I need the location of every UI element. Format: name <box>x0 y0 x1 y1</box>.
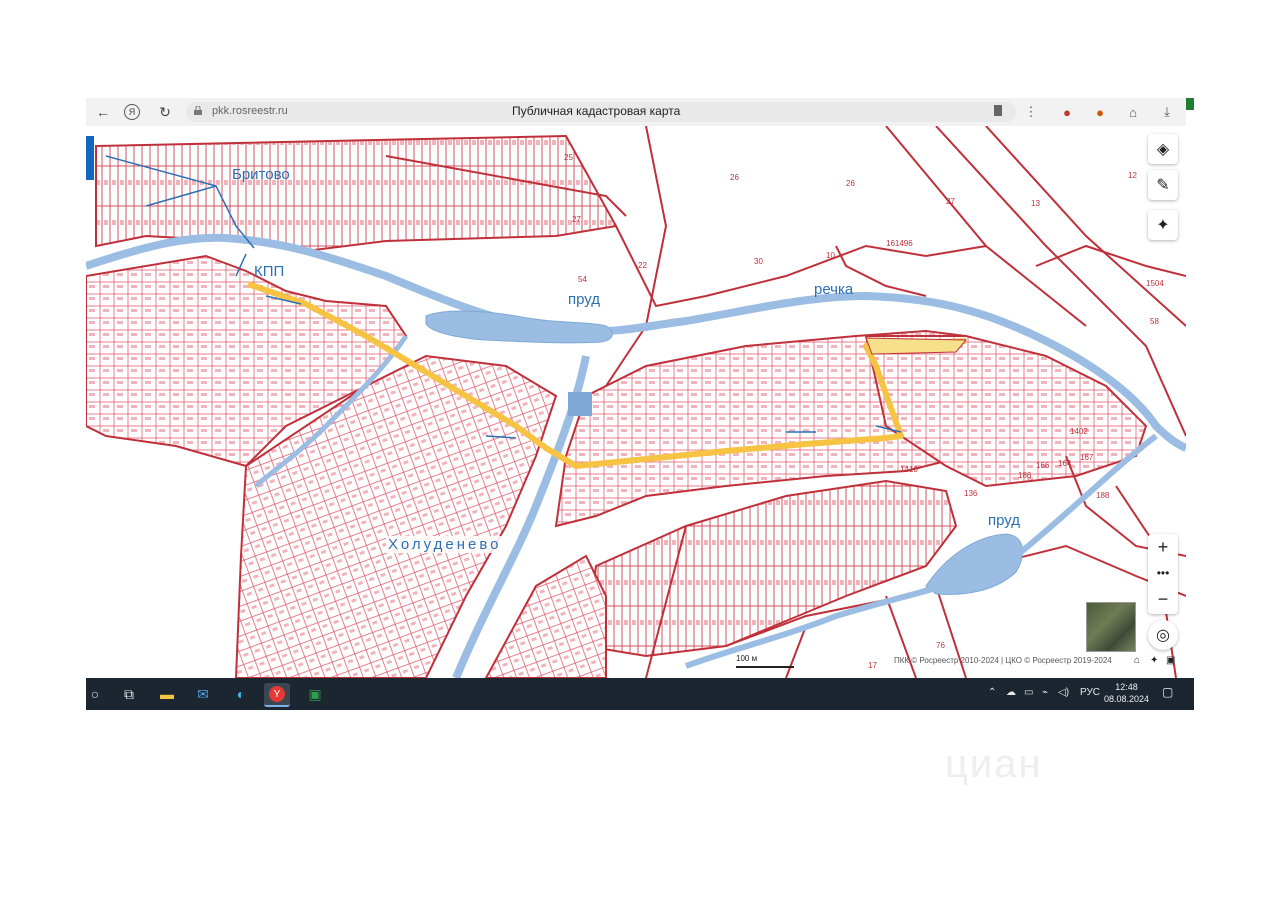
screen: ← Я ↻ pkk.rosreestr.ru Публичная кадастр… <box>86 98 1194 710</box>
download-icon[interactable]: ⤓ <box>1158 103 1176 121</box>
lock-icon <box>194 106 202 115</box>
parcel-number-136: 136 <box>964 489 978 498</box>
locate-button[interactable]: ✦ <box>1148 210 1178 240</box>
parcel-number-30: 30 <box>754 257 763 266</box>
reload-icon[interactable]: ↻ <box>154 101 176 123</box>
parcel-number-22: 22 <box>638 261 647 270</box>
zoom-out-button[interactable]: − <box>1148 586 1178 612</box>
file-explorer-icon[interactable]: ▬ <box>154 683 180 705</box>
url-text[interactable]: pkk.rosreestr.ru <box>212 105 288 117</box>
dam <box>568 392 592 416</box>
yandex-browser-icon[interactable]: Y <box>264 683 290 707</box>
parcel-number-186: 186 <box>1018 471 1032 480</box>
layers-button[interactable]: ◈ <box>1148 134 1178 164</box>
parcel-number-166: 166 <box>1036 461 1050 470</box>
crosshair-icon: ✦ <box>1156 217 1170 234</box>
parcel-number-54: 54 <box>578 275 587 284</box>
parcel-number-58: 58 <box>1150 317 1159 326</box>
clock-date: 08.08.2024 <box>1104 694 1150 704</box>
parcel-number-13: 13 <box>1031 199 1040 208</box>
parcel-number-17: 17 <box>868 661 877 670</box>
parcel-number-1402: 1402 <box>1070 427 1088 436</box>
parcel-block-north <box>95 134 618 253</box>
parcel-number-167: 167 <box>1080 453 1094 462</box>
satellite-basemap-thumbnail[interactable] <box>1086 602 1136 652</box>
measure-button[interactable]: ✎ <box>1148 170 1178 200</box>
home-icon[interactable]: ⌂ <box>1134 655 1140 666</box>
settings-icon[interactable]: ✦ <box>1150 655 1158 666</box>
search-icon[interactable]: ○ <box>86 683 108 705</box>
parcel-number-27b: 27 <box>572 215 581 224</box>
cadastral-map[interactable]: 25 26 26 27 13 12 30 10 22 54 27 58 1614… <box>86 126 1186 678</box>
network-icon[interactable]: ⌁ <box>1042 687 1048 698</box>
yandex-icon[interactable]: Я <box>124 104 140 120</box>
window-edge <box>1186 98 1194 110</box>
taskbar: ○ ⧉ ▬ ✉ ◐ Y ▣ ⌃ ☁ ▭ ⌁ ◁) РУС 12:48 08.08… <box>86 678 1194 710</box>
scale-label: 100 м <box>736 654 758 663</box>
fullscreen-icon[interactable]: ▣ <box>1166 655 1175 666</box>
parcel-number-10: 10 <box>826 251 835 260</box>
volume-icon[interactable]: ◁) <box>1058 687 1069 698</box>
excel-icon[interactable]: ▣ <box>302 683 328 705</box>
tray-chevron-icon[interactable]: ⌃ <box>988 687 996 698</box>
route-parcel <box>865 337 968 355</box>
label-kpp: КПП <box>254 263 285 280</box>
layers-icon: ◈ <box>1156 141 1170 158</box>
parcel-number-161496: 161496 <box>886 239 913 248</box>
extension-icon[interactable]: ● <box>1091 103 1109 121</box>
language-indicator[interactable]: РУС <box>1080 687 1100 698</box>
map-canvas: 25 26 26 27 13 12 30 10 22 54 27 58 1614… <box>86 126 1186 678</box>
pond-1 <box>425 310 613 344</box>
label-pond-2: пруд <box>988 512 1021 529</box>
side-panel-toggle[interactable] <box>86 136 94 180</box>
task-view-icon[interactable]: ⧉ <box>116 683 142 705</box>
extension-icon[interactable]: ● <box>1058 103 1076 121</box>
parcel-number-27: 27 <box>946 197 955 206</box>
compass-icon: ◎ <box>1156 627 1170 644</box>
parcel-number-25: 25 <box>564 153 573 162</box>
pencil-icon: ✎ <box>1156 177 1170 194</box>
parcel-number-1504: 1504 <box>1146 279 1164 288</box>
zoom-in-button[interactable]: + <box>1148 534 1178 560</box>
zoom-more-button[interactable]: ••• <box>1148 560 1178 586</box>
compass-button[interactable]: ◎ <box>1148 620 1178 650</box>
label-pond-1: пруд <box>568 291 601 308</box>
mail-icon[interactable]: ✉ <box>190 683 216 705</box>
clock-time: 12:48 <box>1115 682 1138 692</box>
bookmark-icon[interactable] <box>994 105 1002 116</box>
page-title: Публичная кадастровая карта <box>512 104 681 118</box>
menu-dots-icon[interactable]: ⋮ <box>1022 103 1040 121</box>
notifications-icon[interactable]: ▢ <box>1162 685 1173 699</box>
parcel-number-76: 76 <box>936 641 945 650</box>
label-village-holudenevo: Холуденево <box>386 536 504 553</box>
label-river: речка <box>814 281 854 298</box>
parcel-number-1410: 1410 <box>900 465 918 474</box>
edge-browser-icon[interactable]: ◐ <box>228 683 254 705</box>
parcel-number-164: 164 <box>1058 459 1072 468</box>
parcel-number-26b: 26 <box>846 179 855 188</box>
copyright-text: ПКК © Росреестр 2010-2024 | ЦКО © Росрее… <box>894 656 1112 665</box>
zoom-control: + ••• − <box>1148 534 1178 614</box>
label-britovo: Бритово <box>232 166 290 183</box>
parcel-number-12: 12 <box>1128 171 1137 180</box>
watermark-logo: циан <box>945 742 1043 786</box>
clock[interactable]: 12:48 08.08.2024 <box>1104 681 1149 705</box>
cloud-icon[interactable]: ☁ <box>1006 687 1016 698</box>
battery-icon[interactable]: ▭ <box>1024 687 1033 698</box>
parcel-number-26a: 26 <box>730 173 739 182</box>
back-arrow-icon[interactable]: ← <box>92 101 114 123</box>
parcel-number-188: 188 <box>1096 491 1110 500</box>
scale-bar <box>736 666 794 668</box>
collections-icon[interactable]: ⌂ <box>1124 103 1142 121</box>
